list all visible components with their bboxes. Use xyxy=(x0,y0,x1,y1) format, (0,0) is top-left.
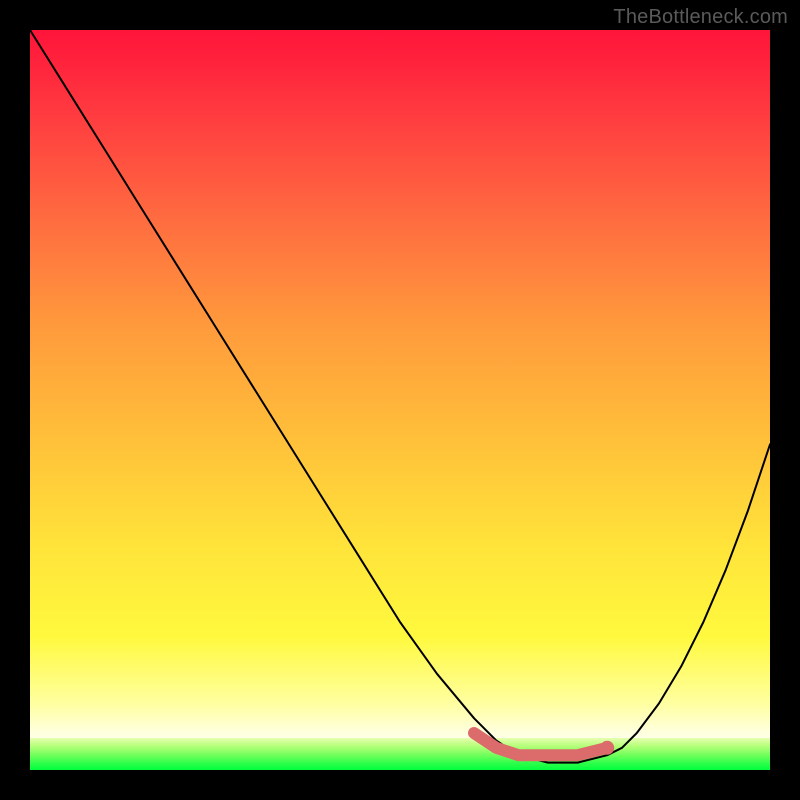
optimal-range-end-dot xyxy=(600,741,614,755)
chart-container: TheBottleneck.com xyxy=(0,0,800,800)
chart-svg xyxy=(30,30,770,770)
optimal-range-marker xyxy=(474,733,607,755)
bottleneck-curve xyxy=(30,30,770,763)
plot-area xyxy=(30,30,770,770)
attribution-text: TheBottleneck.com xyxy=(613,6,788,29)
